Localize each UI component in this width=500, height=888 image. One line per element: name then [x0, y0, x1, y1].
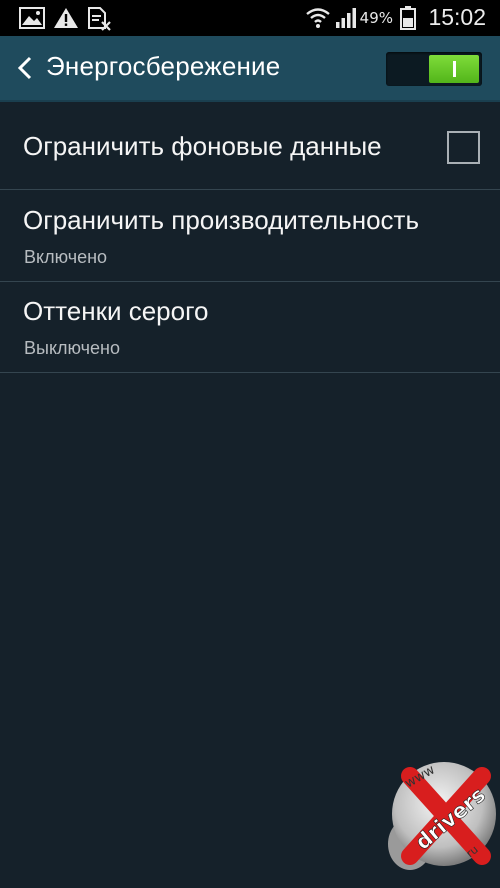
setting-title: Ограничить фоновые данные: [23, 131, 382, 161]
battery-percent: 49%: [359, 9, 393, 27]
warning-icon: [54, 8, 78, 28]
setting-summary: Выключено: [24, 338, 120, 358]
setting-summary: Включено: [24, 247, 108, 267]
back-button[interactable]: [8, 50, 44, 86]
watermark-logo: www drivers ru: [388, 762, 496, 870]
status-bar: 49% 15:02: [0, 0, 500, 36]
wifi-icon: [306, 8, 330, 28]
restrict-background-data-checkbox[interactable]: [447, 131, 480, 164]
switch-knob: [429, 55, 479, 83]
switch-on-indicator: [453, 61, 456, 77]
setting-title: Оттенки серого: [23, 296, 209, 326]
setting-title: Ограничить производительность: [23, 205, 420, 235]
signal-icon: [336, 8, 356, 28]
gallery-icon: [19, 7, 45, 29]
screen: 49% 15:02 Энергосбережение Ограничить фо…: [0, 0, 500, 888]
setting-restrict-performance[interactable]: [0, 190, 500, 282]
page-title: Энергосбережение: [46, 51, 281, 81]
settings-list: Ограничить фоновые данные Ограничить про…: [0, 100, 500, 373]
action-bar: Энергосбережение: [0, 36, 500, 102]
chevron-left-icon: [17, 56, 32, 80]
file-blocked-icon: [88, 7, 111, 31]
power-saving-master-switch[interactable]: [386, 52, 482, 86]
clock: 15:02: [428, 4, 486, 30]
battery-icon: [400, 6, 416, 30]
